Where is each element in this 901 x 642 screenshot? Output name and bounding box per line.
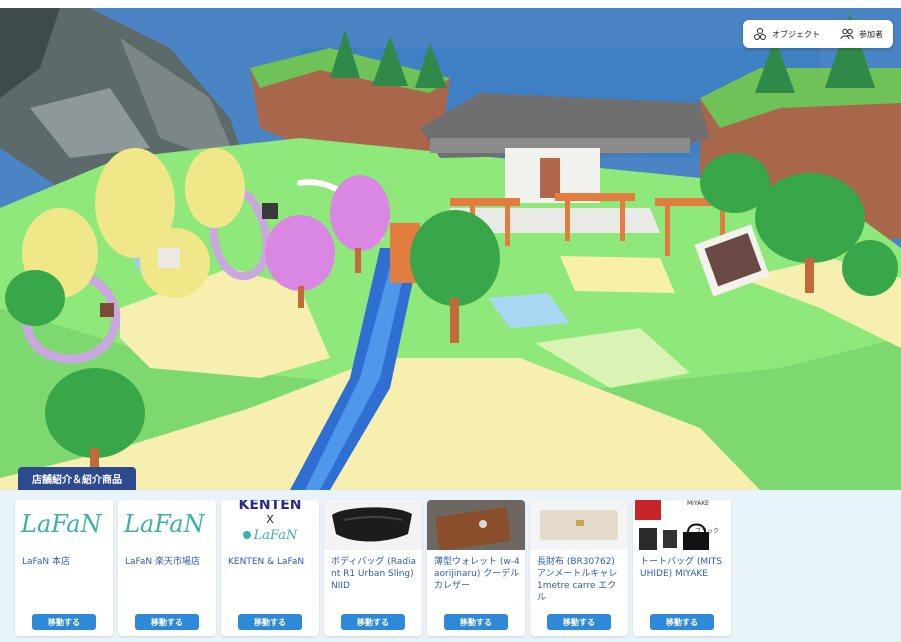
- card-title: ボディバッグ (Radiant R1 Urban Sling) NIID: [331, 557, 417, 591]
- participants-button[interactable]: 参加者: [830, 20, 893, 48]
- body-bag-image: [332, 507, 412, 542]
- shop-panel: LaFaN LaFaN 本店 移動する LaFaN LaFaN 楽天市場店 移動…: [0, 490, 901, 642]
- lafan-logo: LaFaN: [221, 528, 319, 544]
- move-button[interactable]: 移動する: [238, 614, 302, 630]
- move-button[interactable]: 移動する: [444, 614, 508, 630]
- objects-button[interactable]: オブジェクト: [743, 20, 830, 48]
- card-title: トートバッグ (MITSUHIDE) MIYAKE: [640, 557, 723, 579]
- participants-label: 参加者: [859, 29, 883, 39]
- tote-bag-image: [635, 500, 709, 550]
- card-tote-bag[interactable]: MIYAKE ブラック トートバッグ (MITSUHIDE) MIYAKE 移動…: [633, 500, 731, 636]
- wallet-image: [435, 507, 511, 550]
- card-body-bag[interactable]: ボディバッグ (Radiant R1 Urban Sling) NIID 移動す…: [324, 500, 422, 636]
- collab-x: X: [266, 513, 274, 526]
- long-wallet-image: [540, 510, 618, 540]
- kenten-logo: KENTEN: [238, 500, 302, 513]
- product-image: [324, 500, 422, 550]
- card-kenten-lafan[interactable]: KENTEN X LaFaN KENTEN & LaFaN 移動する: [221, 500, 319, 636]
- card-lafan-main-store[interactable]: LaFaN LaFaN 本店 移動する: [15, 500, 113, 636]
- product-image: MIYAKE ブラック: [633, 500, 731, 550]
- card-long-wallet[interactable]: 長財布 (BR30762) アンメートルキャレ 1metre carre エクル…: [530, 500, 628, 636]
- card-list: LaFaN LaFaN 本店 移動する LaFaN LaFaN 楽天市場店 移動…: [15, 500, 731, 636]
- objects-icon: [754, 28, 766, 40]
- move-button[interactable]: 移動する: [650, 614, 714, 630]
- card-thin-wallet[interactable]: 薄型ウォレット (w-4aorijinaru) クーデルカレザー 移動する: [427, 500, 525, 636]
- card-title: 薄型ウォレット (w-4aorijinaru) クーデルカレザー: [434, 557, 520, 591]
- objects-label: オブジェクト: [772, 29, 820, 39]
- product-image: [427, 500, 525, 550]
- product-image: [530, 500, 628, 550]
- card-thumbnail: KENTEN X LaFaN: [221, 500, 319, 550]
- card-title: LaFaN 本店: [22, 557, 70, 567]
- scene-toolbar: オブジェクト 参加者: [743, 20, 893, 48]
- card-title: LaFaN 楽天市場店: [125, 557, 200, 567]
- move-button[interactable]: 移動する: [32, 614, 96, 630]
- move-button[interactable]: 移動する: [135, 614, 199, 630]
- move-button[interactable]: 移動する: [341, 614, 405, 630]
- 3d-scene: [0, 8, 901, 490]
- card-lafan-rakuten-store[interactable]: LaFaN LaFaN 楽天市場店 移動する: [118, 500, 216, 636]
- 3d-scene-viewport[interactable]: オブジェクト 参加者: [0, 8, 901, 490]
- move-button[interactable]: 移動する: [547, 614, 611, 630]
- card-thumbnail: LaFaN: [118, 500, 216, 550]
- participants-icon: [840, 28, 854, 40]
- card-thumbnail: LaFaN: [15, 500, 113, 550]
- lafan-logo: LaFaN: [21, 510, 102, 538]
- section-tab[interactable]: 店舗紹介＆紹介商品: [18, 467, 136, 490]
- lafan-logo: LaFaN: [124, 510, 205, 538]
- card-title: KENTEN & LaFaN: [228, 557, 305, 567]
- card-title: 長財布 (BR30762) アンメートルキャレ 1metre carre エクル: [537, 557, 618, 603]
